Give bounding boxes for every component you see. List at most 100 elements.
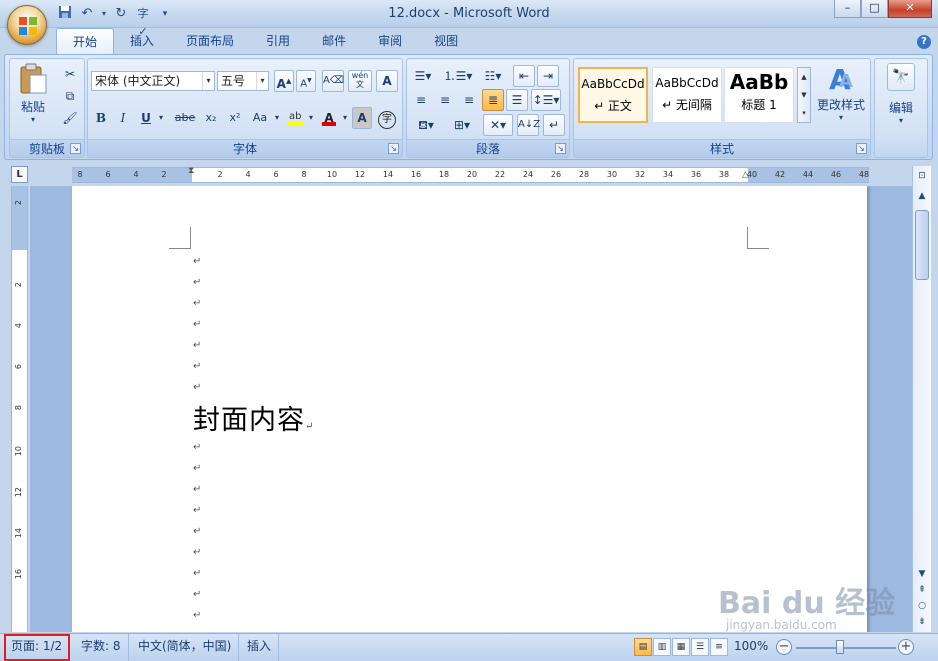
change-case-button[interactable]: Aa [248, 107, 272, 129]
tab-mailings[interactable]: 邮件 [306, 28, 362, 54]
page-indicator[interactable]: 页面: 1/2 [4, 634, 71, 661]
font-launcher-icon[interactable]: ↘ [388, 143, 399, 154]
char-border-icon[interactable]: A [376, 70, 398, 92]
numbering-icon[interactable]: ⒈☰▾ [442, 65, 474, 87]
align-left-icon[interactable]: ≡ [410, 89, 432, 111]
distributed-icon[interactable]: ☰ [506, 89, 528, 111]
change-styles-button[interactable]: A A 更改样式 ▾ [814, 63, 868, 135]
scroll-up-icon[interactable]: ▲ [798, 68, 810, 86]
document-area[interactable]: ↵ ↵ ↵ ↵ ↵ ↵ ↵ ↵ ↵ ↵ ↵ ↵ ↵ ↵ ↵ ↵ 封面内容↵ [30, 186, 912, 632]
increase-indent-icon[interactable]: ⇥ [537, 65, 559, 87]
editing-label: 编辑 [888, 101, 913, 115]
close-button[interactable]: ✕ [888, 0, 932, 18]
format-painter-icon[interactable]: 🖌 [60, 107, 80, 129]
font-color-button[interactable]: A [318, 107, 340, 129]
font-name-combo[interactable]: 宋体 (中文正文) ▾ [91, 71, 215, 91]
font-color-dropdown-icon[interactable]: ▾ [340, 107, 350, 129]
style-heading-1[interactable]: AaBb 标题 1 [724, 67, 794, 123]
underline-dropdown-icon[interactable]: ▾ [156, 107, 166, 129]
change-case-dropdown-icon[interactable]: ▾ [272, 107, 282, 129]
zoom-slider-thumb[interactable] [836, 640, 844, 654]
underline-button[interactable]: U [136, 107, 156, 129]
editing-dropdown-icon: ▾ [898, 116, 903, 125]
page[interactable]: ↵ ↵ ↵ ↵ ↵ ↵ ↵ ↵ ↵ ↵ ↵ ↵ ↵ ↵ ↵ ↵ 封面内容↵ [72, 186, 867, 632]
char-shading-button[interactable]: A [352, 107, 372, 129]
editing-button[interactable]: 🔭 编辑 ▾ [877, 63, 925, 137]
line-spacing-icon[interactable]: ↕☰▾ [531, 89, 561, 111]
vertical-ruler[interactable]: 2 2 4 6 8 10 12 14 16 [11, 186, 28, 632]
paragraph-launcher-icon[interactable]: ↘ [555, 143, 566, 154]
word-count[interactable]: 字数: 8 [74, 634, 129, 661]
justify-icon[interactable]: ≣ [482, 89, 504, 111]
language-indicator[interactable]: 中文(简体，中国) [131, 634, 240, 661]
chinese-layout-icon[interactable]: ✕▾ [483, 114, 513, 136]
tab-references[interactable]: 引用 [250, 28, 306, 54]
maximize-button[interactable]: □ [861, 0, 888, 18]
shading-icon[interactable]: ⛾▾ [410, 114, 442, 136]
font-size-combo[interactable]: 五号 ▾ [217, 71, 269, 91]
sort-icon[interactable]: A↓Z [517, 114, 540, 136]
copy-icon[interactable]: ⧉ [60, 85, 80, 107]
styles-gallery-scroll[interactable]: ▲ ▼ ▾ [797, 67, 811, 123]
shrink-font-button[interactable]: A▼ [296, 70, 316, 92]
tab-insert[interactable]: 插入 [114, 28, 170, 54]
cut-icon[interactable]: ✂ [60, 63, 80, 85]
outline-view-icon[interactable]: ☰ [691, 638, 709, 656]
horizontal-ruler[interactable]: 8 6 4 2 2 4 6 8 10 12 14 16 18 20 22 24 26 28 30 32 34 36 38 40… [72, 166, 869, 183]
cover-content-text[interactable]: 封面内容↵ [193, 398, 313, 437]
indent-marker-icon[interactable]: ⧗ [188, 166, 194, 176]
scroll-down-icon[interactable]: ▼ [798, 86, 810, 104]
superscript-button[interactable]: x² [224, 107, 246, 129]
web-layout-icon[interactable]: ▦ [672, 638, 690, 656]
strikethrough-button[interactable]: abe [172, 107, 198, 129]
clipboard-launcher-icon[interactable]: ↘ [70, 143, 81, 154]
style-normal[interactable]: AaBbCcDd ↵ 正文 [578, 67, 648, 123]
style-name: ↵ 无间隔 [662, 98, 712, 112]
paste-button[interactable]: 粘贴 ▾ [14, 63, 52, 133]
office-button[interactable] [7, 5, 47, 45]
vertical-scrollbar[interactable]: ⊡ ▲ ▼ ⇞ ○ ⇟ [912, 166, 931, 632]
browse-object-icon[interactable]: ○ [914, 598, 930, 614]
scroll-up-icon[interactable]: ▲ [914, 188, 930, 204]
tab-home[interactable]: 开始 [56, 28, 115, 55]
text-highlight-icon[interactable]: ab [284, 107, 306, 129]
print-layout-icon[interactable]: ▤ [634, 638, 652, 656]
multilevel-list-icon[interactable]: ☷▾ [478, 65, 508, 87]
tab-selector[interactable]: L [11, 166, 28, 183]
scroll-down-icon[interactable]: ▼ [914, 566, 930, 582]
help-icon[interactable]: ? [917, 35, 931, 49]
highlight-dropdown-icon[interactable]: ▾ [306, 107, 316, 129]
tab-review[interactable]: 审阅 [362, 28, 418, 54]
style-no-spacing[interactable]: AaBbCcDd ↵ 无间隔 [652, 67, 722, 123]
tab-page-layout[interactable]: 页面布局 [170, 28, 250, 54]
previous-page-icon[interactable]: ⇞ [914, 582, 930, 598]
zoom-in-icon[interactable]: + [898, 639, 914, 655]
full-screen-reading-icon[interactable]: ▥ [653, 638, 671, 656]
zoom-slider-track[interactable] [796, 647, 896, 649]
grow-font-button[interactable]: A▲ [274, 70, 294, 92]
show-marks-icon[interactable]: ↵ [543, 114, 565, 136]
bullets-icon[interactable]: ☰▾ [410, 65, 436, 87]
next-page-icon[interactable]: ⇟ [914, 614, 930, 630]
right-indent-marker-icon[interactable]: △ [742, 170, 749, 180]
decrease-indent-icon[interactable]: ⇤ [513, 65, 535, 87]
bold-button[interactable]: B [91, 107, 111, 129]
gallery-more-icon[interactable]: ▾ [798, 104, 810, 122]
enclose-characters-button[interactable]: 字 [376, 107, 398, 129]
subscript-button[interactable]: x₂ [200, 107, 222, 129]
insert-mode-indicator[interactable]: 插入 [240, 634, 280, 661]
tab-view[interactable]: 视图 [418, 28, 474, 54]
styles-launcher-icon[interactable]: ↘ [856, 143, 867, 154]
scrollbar-thumb[interactable] [915, 210, 929, 280]
zoom-out-icon[interactable]: − [776, 639, 792, 655]
draft-view-icon[interactable]: ≡ [710, 638, 728, 656]
align-center-icon[interactable]: ≡ [434, 89, 456, 111]
borders-icon[interactable]: ⊞▾ [447, 114, 477, 136]
minimize-button[interactable]: – [834, 0, 861, 18]
clear-format-icon[interactable]: A⌫ [322, 70, 344, 92]
phonetic-guide-button[interactable]: wén 文 [348, 70, 372, 92]
align-right-icon[interactable]: ≡ [458, 89, 480, 111]
italic-button[interactable]: I [113, 107, 133, 129]
zoom-level[interactable]: 100% [734, 634, 768, 658]
view-ruler-icon[interactable]: ⊡ [914, 168, 930, 184]
